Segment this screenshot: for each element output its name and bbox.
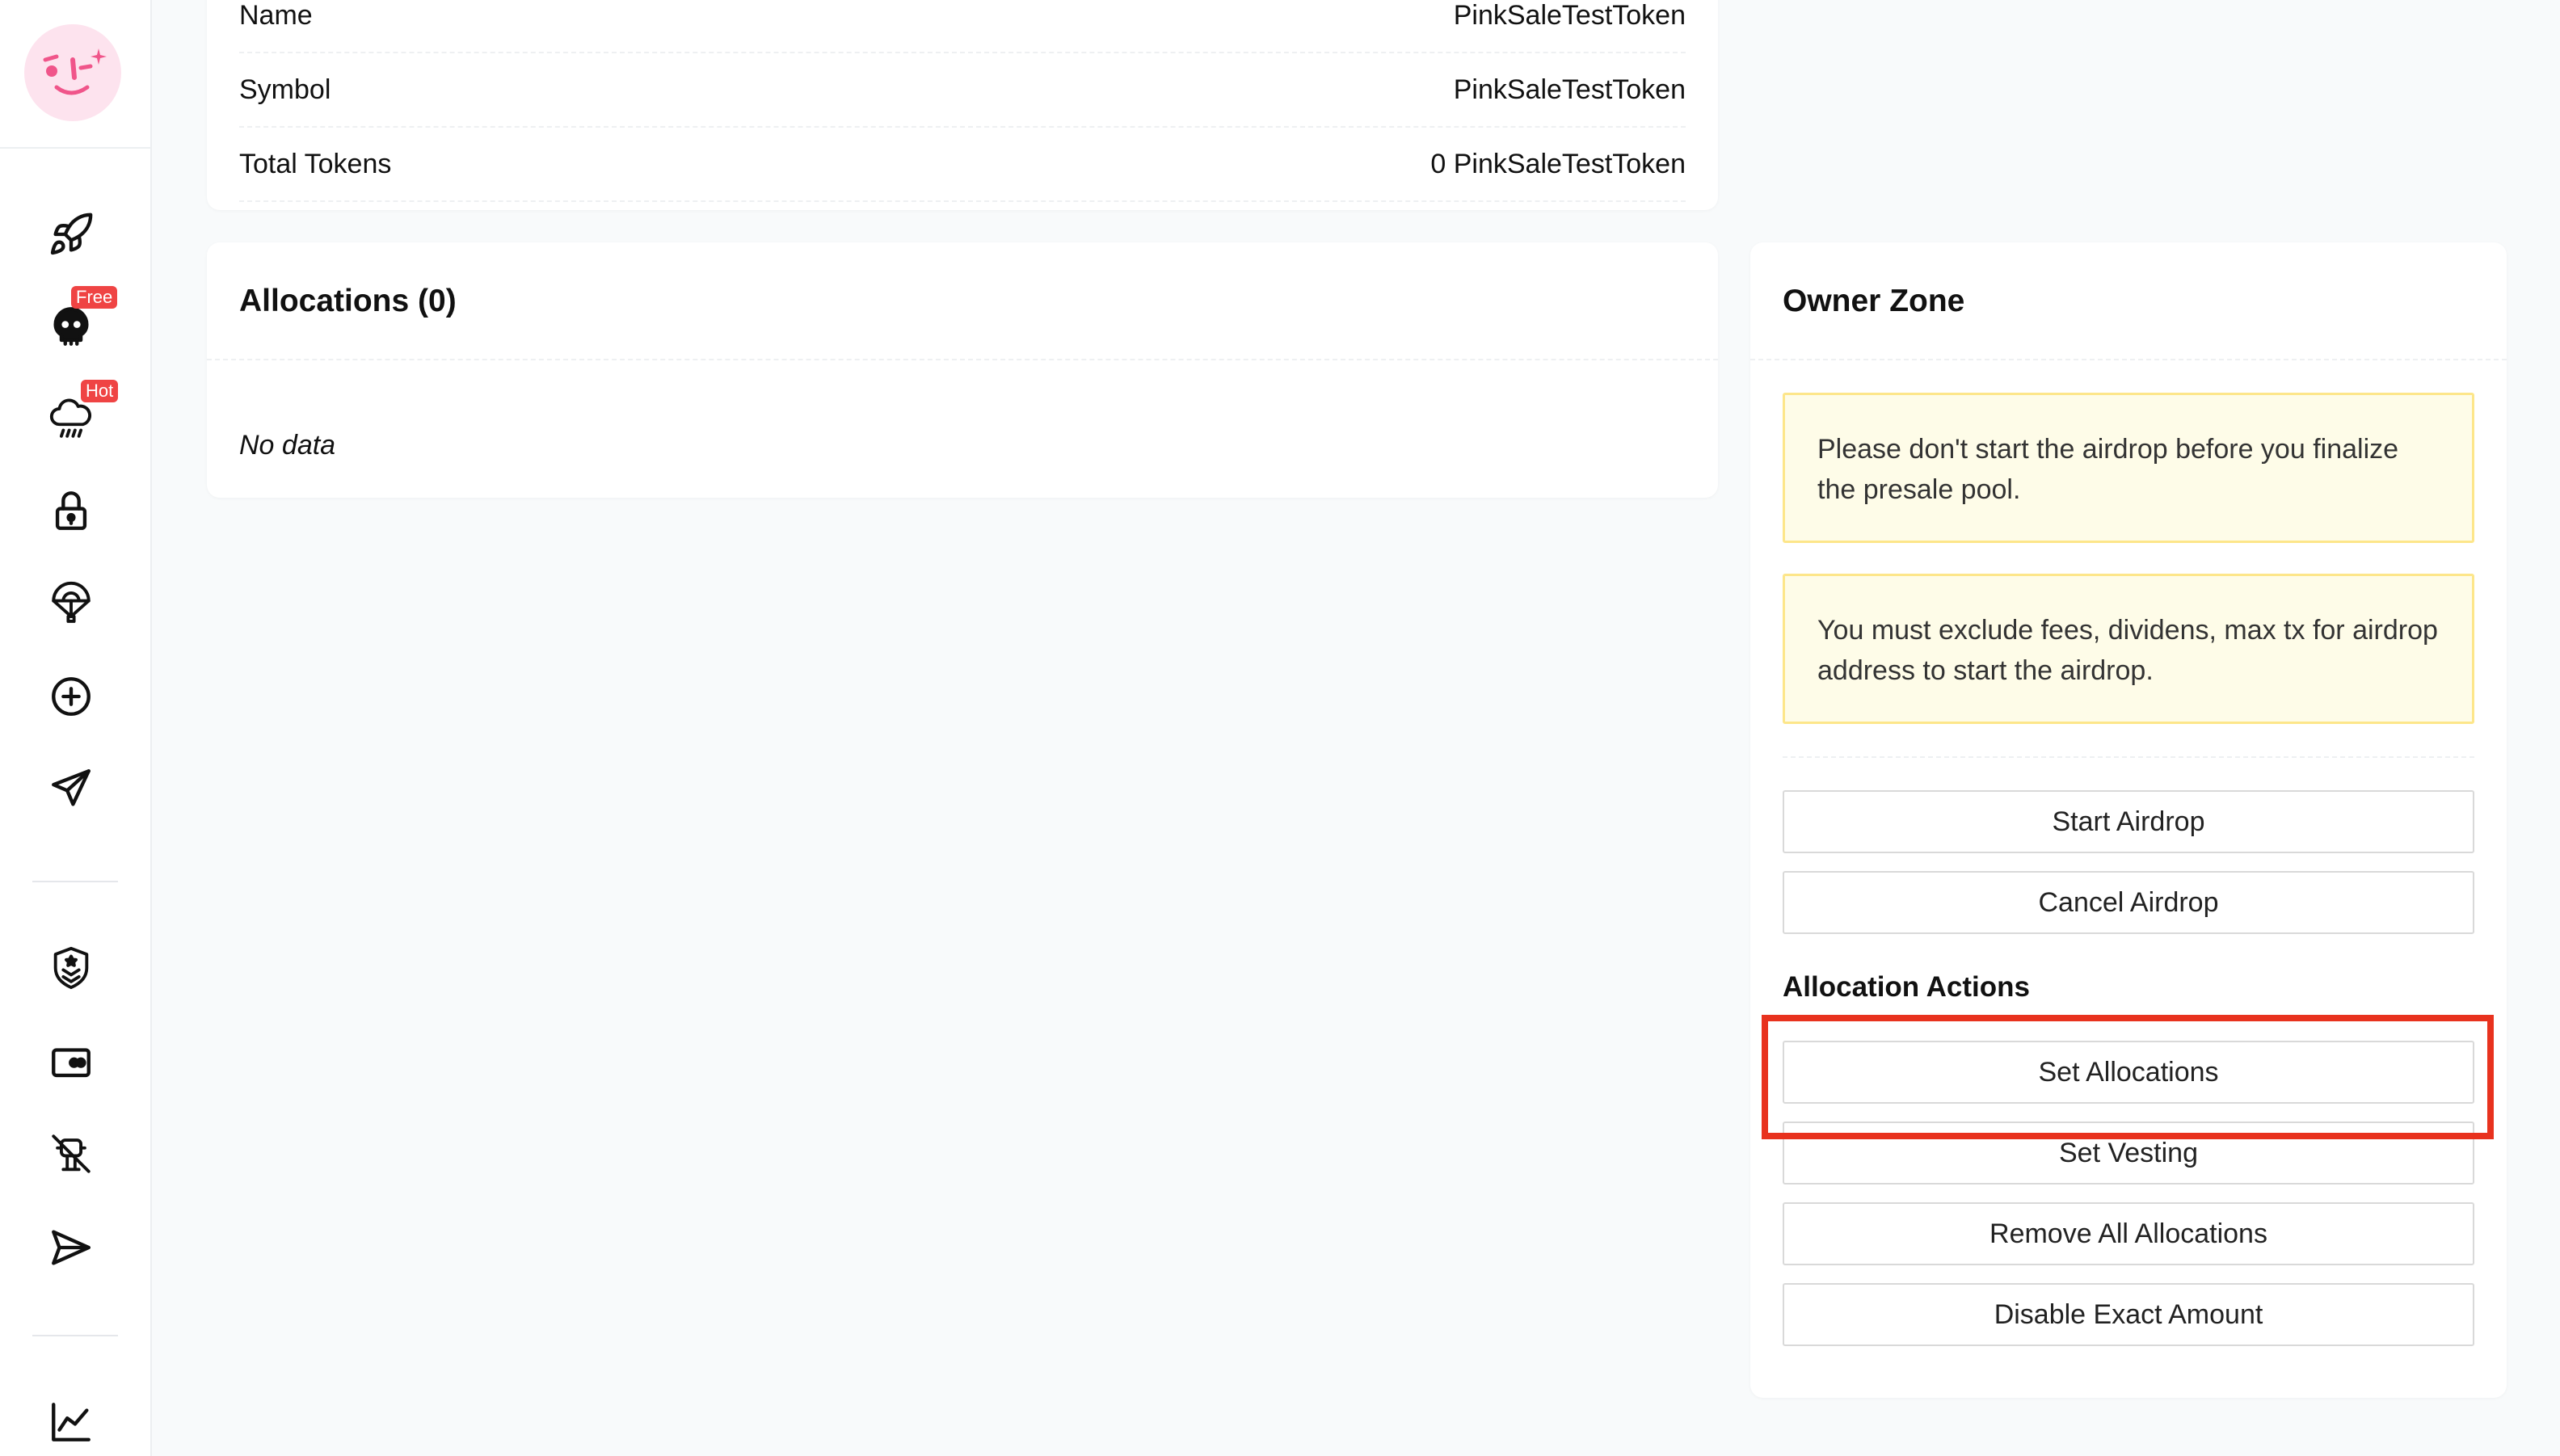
row-value: PinkSaleTestToken — [1453, 0, 1686, 31]
set-vesting-button[interactable]: Set Vesting — [1783, 1121, 2474, 1185]
lock-icon[interactable] — [45, 485, 97, 537]
cancel-airdrop-button[interactable]: Cancel Airdrop — [1783, 871, 2474, 934]
remove-all-allocations-button[interactable]: Remove All Allocations — [1783, 1202, 2474, 1265]
plus-circle-icon[interactable] — [45, 671, 97, 722]
card-divider — [207, 359, 1718, 360]
token-info-row: Name PinkSaleTestToken — [239, 0, 1686, 53]
allocations-title: Allocations (0) — [239, 284, 457, 318]
pinksale-logo[interactable] — [24, 24, 121, 121]
no-robot-icon[interactable] — [45, 1128, 97, 1180]
row-label: Name — [239, 0, 313, 31]
row-label: Symbol — [239, 74, 331, 105]
alert-exclude-fees: You must exclude fees, dividens, max tx … — [1783, 574, 2474, 724]
token-info-card: Name PinkSaleTestToken Symbol PinkSaleTe… — [207, 0, 1718, 210]
id-card-icon[interactable] — [45, 1036, 97, 1088]
sidebar-divider — [32, 1335, 118, 1336]
token-info-row: Symbol PinkSaleTestToken — [239, 53, 1686, 128]
logo-area — [0, 0, 150, 149]
sidebar-divider — [32, 881, 118, 882]
rocket-icon[interactable] — [45, 208, 97, 260]
free-badge: Free — [71, 286, 118, 309]
set-allocations-button[interactable]: Set Allocations — [1783, 1041, 2474, 1104]
row-value: 0 PinkSaleTestToken — [1430, 148, 1686, 179]
row-value: PinkSaleTestToken — [1453, 74, 1686, 105]
shield-badge-icon[interactable] — [45, 942, 97, 994]
owner-zone-title: Owner Zone — [1783, 284, 1965, 318]
section-divider — [1783, 756, 2474, 758]
send-plane-icon[interactable] — [45, 763, 97, 814]
alert-text: You must exclude fees, dividens, max tx … — [1817, 615, 2438, 686]
card-divider — [1750, 359, 2507, 360]
hot-badge: Hot — [81, 380, 119, 402]
start-airdrop-button[interactable]: Start Airdrop — [1783, 790, 2474, 853]
owner-zone-card: Owner Zone Please don't start the airdro… — [1750, 242, 2507, 1398]
token-info-row: Total Tokens 0 PinkSaleTestToken — [239, 128, 1686, 202]
alert-finalize-presale: Please don't start the airdrop before yo… — [1783, 393, 2474, 543]
sidebar: Free Hot — [0, 0, 152, 1456]
no-data-text: No data — [239, 430, 336, 461]
parachute-icon[interactable] — [45, 577, 97, 629]
allocations-card: Allocations (0) No data — [207, 242, 1718, 498]
disable-exact-amount-button[interactable]: Disable Exact Amount — [1783, 1283, 2474, 1346]
line-chart-icon[interactable] — [45, 1396, 97, 1448]
allocation-actions-title: Allocation Actions — [1783, 971, 2030, 1003]
row-label: Total Tokens — [239, 148, 392, 179]
alert-text: Please don't start the airdrop before yo… — [1817, 434, 2399, 505]
send-arrow-icon[interactable] — [45, 1222, 97, 1273]
